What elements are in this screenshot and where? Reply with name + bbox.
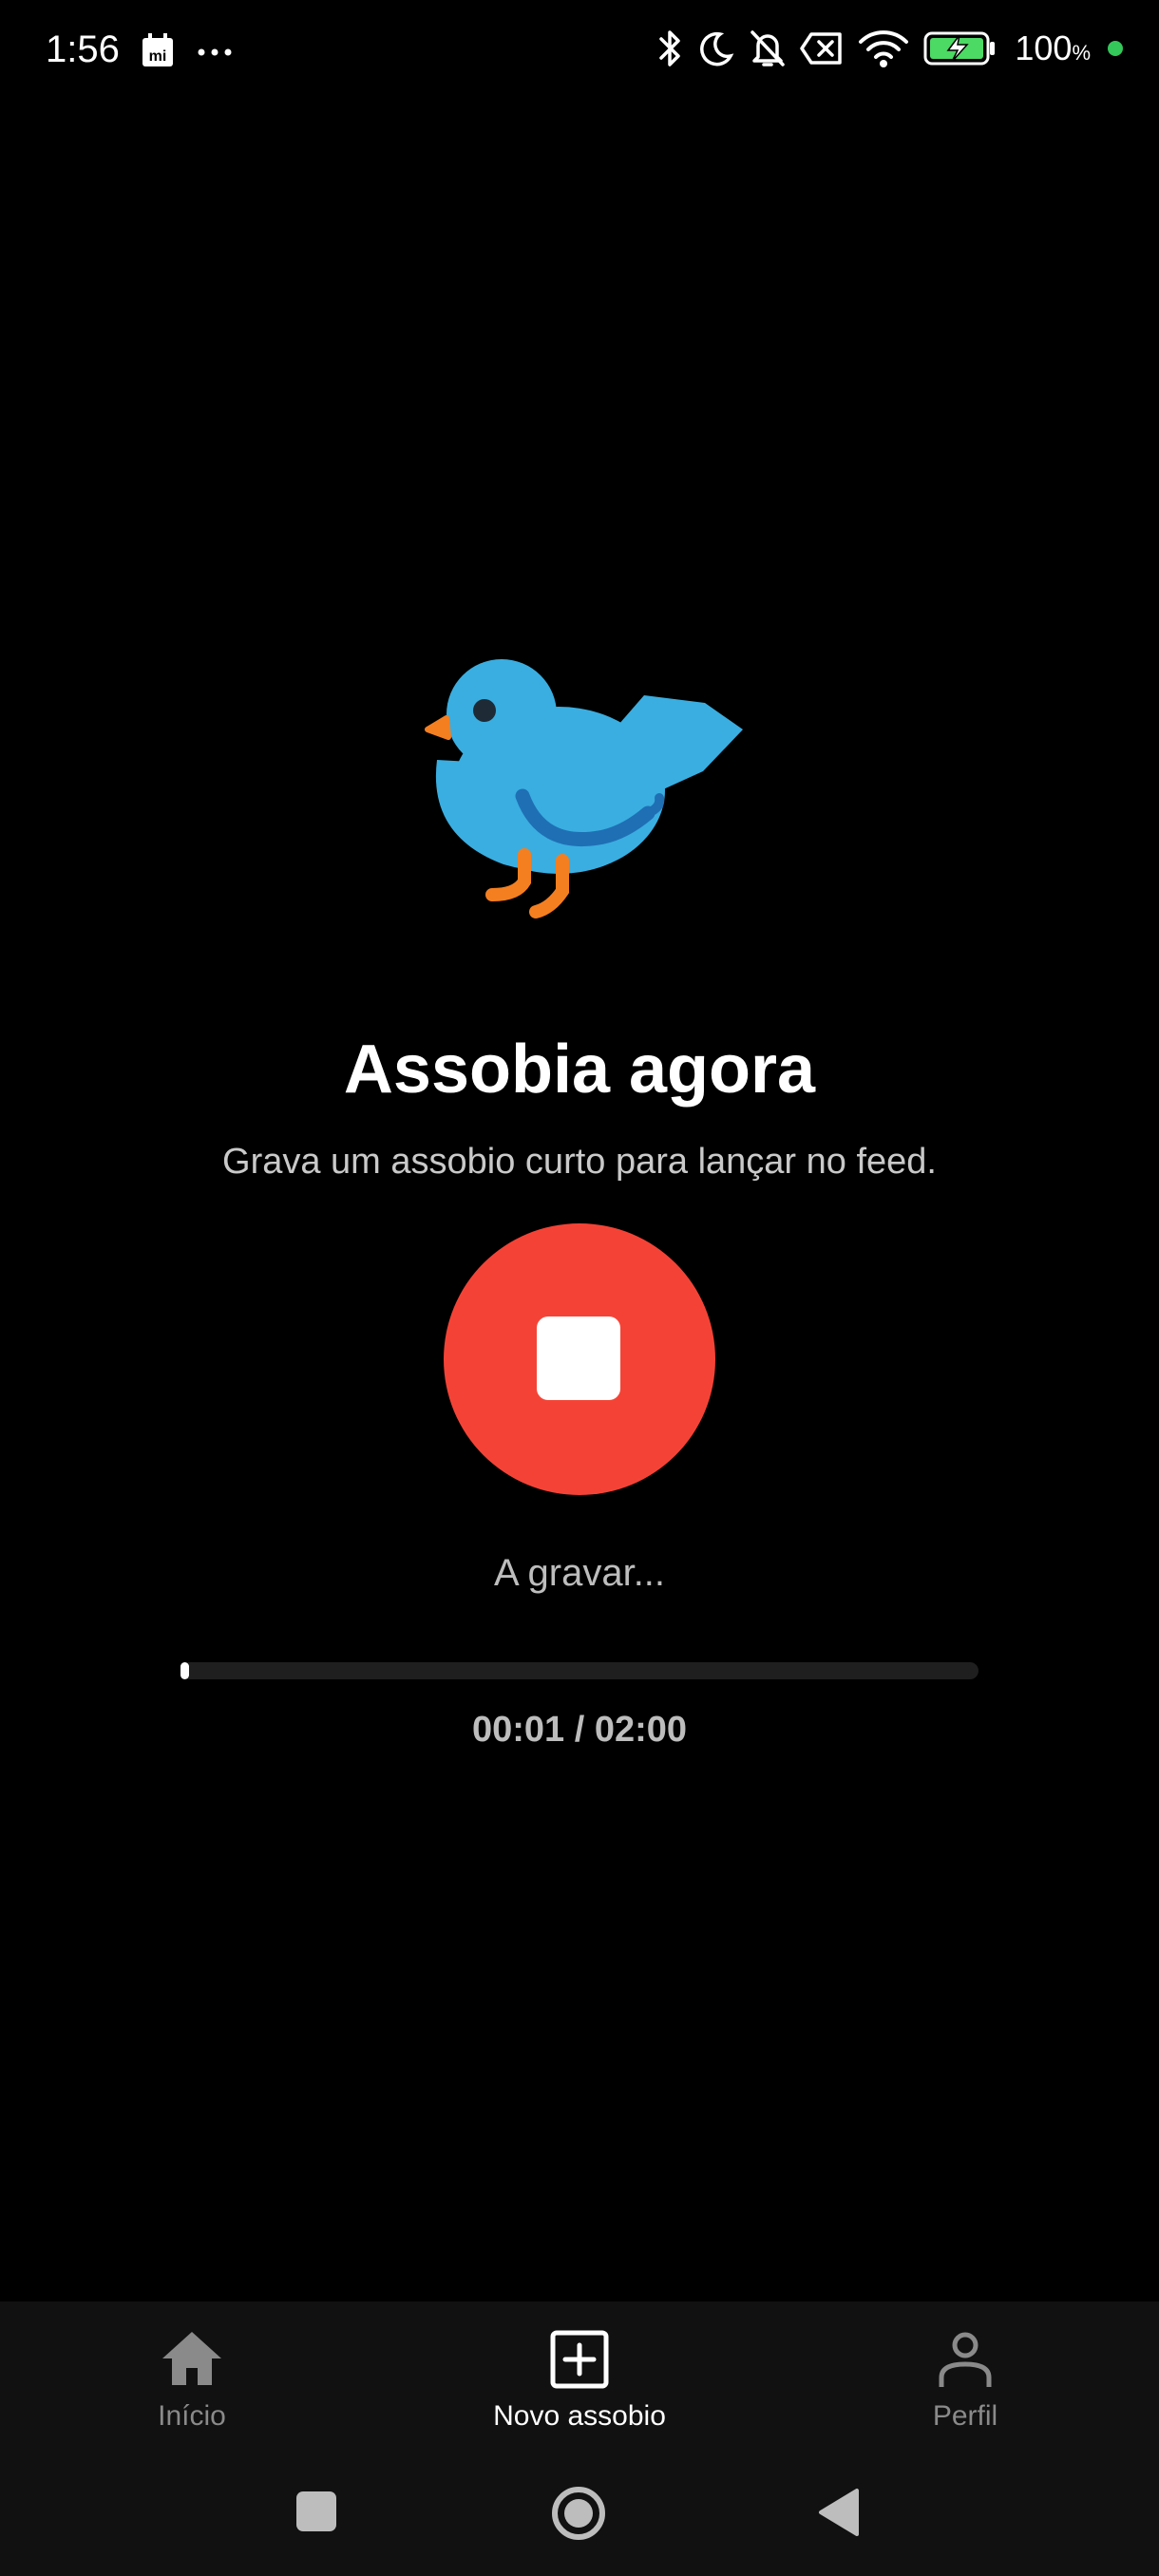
bluetooth-icon bbox=[656, 28, 684, 68]
recents-icon[interactable] bbox=[294, 2490, 338, 2538]
recording-status: A gravar... bbox=[493, 1552, 666, 1594]
person-icon bbox=[932, 2326, 998, 2393]
page-subtitle: Grava um assobio curto para lançar no fe… bbox=[222, 1142, 937, 1182]
nav-label-novo-assobio: Novo assobio bbox=[493, 2400, 666, 2432]
bell-off-icon bbox=[749, 28, 787, 68]
no-sim-icon bbox=[800, 31, 844, 66]
privacy-indicator-dot bbox=[1108, 41, 1123, 56]
wifi-icon bbox=[857, 28, 910, 68]
battery-unit: % bbox=[1072, 41, 1091, 65]
nav-label-inicio: Início bbox=[158, 2400, 226, 2432]
recording-timer: 00:01 / 02:00 bbox=[471, 1710, 688, 1750]
recording-progress-bar bbox=[180, 1662, 978, 1679]
page-title: Assobia agora bbox=[343, 1032, 816, 1108]
nav-item-perfil[interactable]: Perfil bbox=[823, 2301, 1108, 2455]
battery-percentage: 100 bbox=[1015, 28, 1073, 67]
svg-text:mi: mi bbox=[149, 48, 167, 65]
home-circle-icon[interactable] bbox=[550, 2485, 607, 2547]
status-time: 1:56 bbox=[46, 28, 120, 70]
add-box-icon bbox=[546, 2326, 613, 2393]
recording-progress-fill bbox=[180, 1662, 189, 1679]
moon-icon bbox=[697, 29, 735, 67]
status-bar: 1:56 mi 100% bbox=[0, 0, 1159, 104]
mi-calendar-icon: mi bbox=[141, 32, 175, 73]
stop-icon bbox=[537, 1316, 620, 1400]
bird-illustration bbox=[399, 627, 760, 940]
system-navigation-bar bbox=[0, 2455, 1159, 2576]
stop-recording-button[interactable] bbox=[444, 1223, 715, 1495]
nav-item-inicio[interactable]: Início bbox=[49, 2301, 334, 2455]
home-icon bbox=[159, 2326, 225, 2393]
nav-item-novo-assobio[interactable]: Novo assobio bbox=[437, 2301, 722, 2455]
bottom-navigation: Início Novo assobio Perfil bbox=[0, 2301, 1159, 2455]
back-icon[interactable] bbox=[817, 2487, 861, 2543]
nav-label-perfil: Perfil bbox=[932, 2400, 998, 2432]
battery-charging-icon bbox=[923, 31, 996, 66]
more-dots-icon bbox=[198, 45, 232, 62]
